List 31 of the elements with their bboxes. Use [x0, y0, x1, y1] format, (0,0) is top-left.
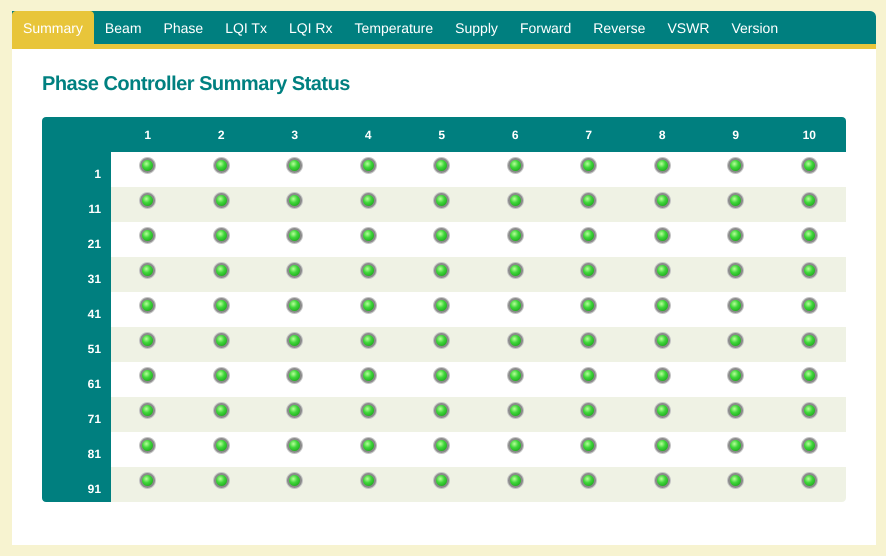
- column-header: 2: [218, 128, 225, 142]
- row-header: 71: [88, 412, 101, 426]
- row-header: 1: [94, 167, 101, 181]
- row-header: 81: [88, 447, 101, 461]
- column-header: 4: [364, 128, 372, 142]
- tab[interactable]: Phase: [152, 11, 214, 44]
- tab[interactable]: LQI Rx: [278, 11, 344, 44]
- tab[interactable]: VSWR: [656, 11, 720, 44]
- page-title: Phase Controller Summary Status: [42, 73, 351, 96]
- column-header: 8: [658, 128, 666, 142]
- row-header: 91: [88, 482, 101, 496]
- column-header: 10: [802, 128, 816, 142]
- tab[interactable]: Beam: [94, 11, 152, 44]
- tab[interactable]: Forward: [508, 11, 582, 44]
- column-header: 6: [512, 128, 519, 142]
- column-header: 7: [585, 128, 592, 142]
- column-header: 1: [144, 128, 152, 142]
- row-header: 21: [88, 237, 101, 251]
- tab[interactable]: Supply: [444, 11, 509, 44]
- row-header: 51: [88, 342, 101, 356]
- column-header: 3: [291, 128, 298, 142]
- tab[interactable]: Version: [720, 11, 790, 44]
- column-header: 9: [732, 128, 740, 142]
- row-header: 41: [88, 307, 101, 321]
- tab[interactable]: Temperature: [344, 11, 444, 44]
- tab[interactable]: LQI Tx: [214, 11, 278, 44]
- tab[interactable]: Reverse: [582, 11, 656, 44]
- row-header: 31: [88, 272, 101, 286]
- column-header: 5: [438, 128, 446, 142]
- row-header: 11: [88, 202, 101, 216]
- row-header: 61: [88, 377, 101, 391]
